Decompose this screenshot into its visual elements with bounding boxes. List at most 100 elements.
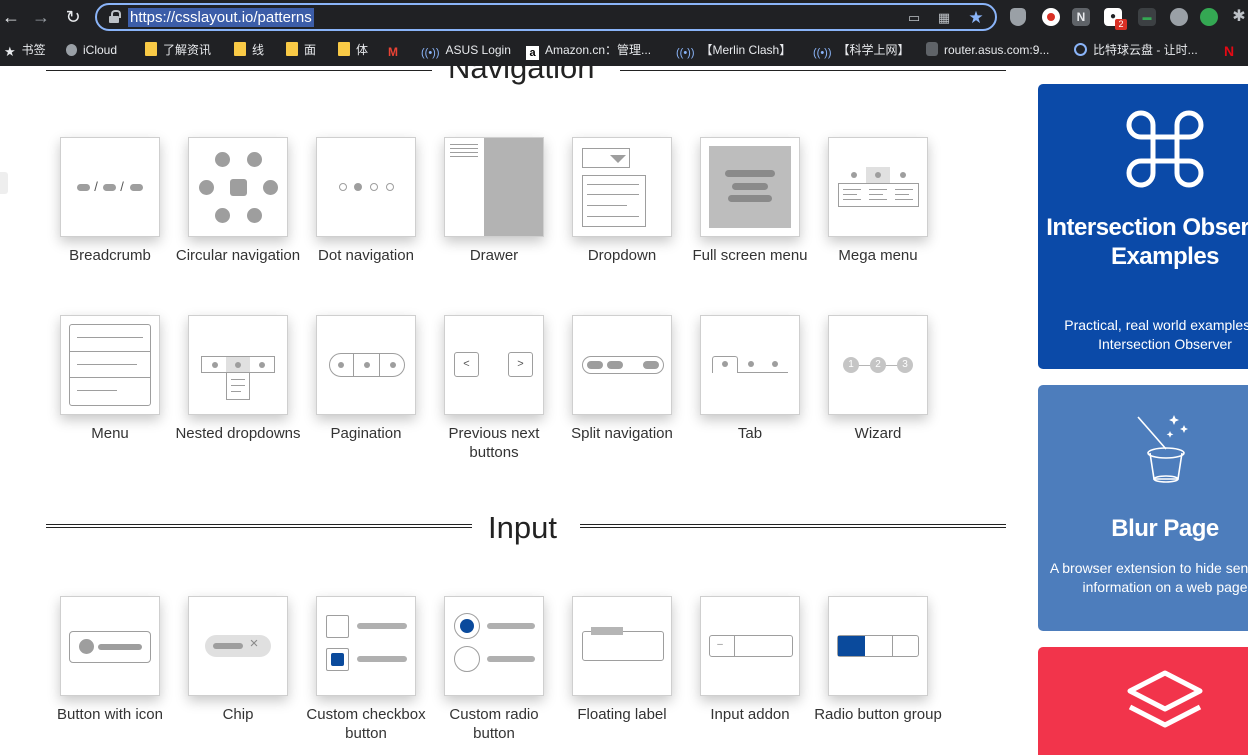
- qr-code-icon[interactable]: ▦: [935, 9, 953, 27]
- bookmark-item[interactable]: 线: [234, 41, 264, 59]
- record-extension-icon[interactable]: [1042, 8, 1060, 26]
- bookmark-item[interactable]: 比特球云盘 - 让时...: [1074, 41, 1198, 59]
- translate-extension-icon[interactable]: [1200, 8, 1218, 26]
- terminal-extension-icon[interactable]: ▬: [1138, 8, 1156, 26]
- bookmark-item[interactable]: router.asus.com:9...: [926, 41, 1049, 59]
- section-divider: [580, 524, 1006, 528]
- pattern-card-pagination[interactable]: [316, 315, 416, 415]
- extensions-puzzle-icon[interactable]: ✱: [1230, 8, 1248, 26]
- pattern-label[interactable]: Input addon: [686, 705, 814, 724]
- radio-unchecked: [454, 646, 480, 672]
- pattern-label[interactable]: Tab: [686, 424, 814, 443]
- pattern-label[interactable]: Button with icon: [46, 705, 174, 724]
- pattern-card-dropdown[interactable]: [572, 137, 672, 237]
- pattern-card-floating-label[interactable]: [572, 596, 672, 696]
- menu-line: [725, 170, 775, 177]
- pattern-label[interactable]: Split navigation: [558, 424, 686, 443]
- pattern-card-button-with-icon[interactable]: [60, 596, 160, 696]
- submenu-line: [231, 379, 245, 380]
- submenu: [226, 372, 250, 400]
- bookmark-star-icon[interactable]: ★: [967, 9, 985, 27]
- pattern-card-mega-menu[interactable]: [828, 137, 928, 237]
- pattern-label[interactable]: Full screen menu: [686, 246, 814, 265]
- ad-layers[interactable]: [1038, 647, 1248, 755]
- pattern-card-drawer[interactable]: [444, 137, 544, 237]
- browser-chrome: ← → ↻ https://csslayout.io/patterns ▭ ▦ …: [0, 0, 1248, 66]
- pattern-label[interactable]: Breadcrumb: [46, 246, 174, 265]
- pattern-label[interactable]: Dot navigation: [302, 246, 430, 265]
- pattern-label[interactable]: Floating label: [558, 705, 686, 724]
- pattern-card-previous-next-buttons[interactable]: < >: [444, 315, 544, 415]
- pattern-card-dot-navigation[interactable]: [316, 137, 416, 237]
- drawer-line: [450, 148, 478, 149]
- pattern-label[interactable]: Nested dropdowns: [174, 424, 302, 443]
- bookmark-item[interactable]: M: [388, 41, 404, 59]
- pattern-card-nested-dropdowns[interactable]: [188, 315, 288, 415]
- reload-icon[interactable]: ↻: [62, 6, 84, 28]
- page-dot: [390, 362, 396, 368]
- pattern-card-full-screen-menu[interactable]: [700, 137, 800, 237]
- radio-group-active: [838, 636, 865, 656]
- bookmark-item[interactable]: N: [1224, 41, 1240, 59]
- split-item: [643, 361, 659, 369]
- drawer-line: [450, 152, 478, 153]
- bookmark-item[interactable]: ★ 书签: [4, 41, 46, 59]
- pattern-label[interactable]: Radio button group: [814, 705, 942, 724]
- pattern-label[interactable]: Chip: [174, 705, 302, 724]
- cast-icon[interactable]: ▭: [905, 9, 923, 27]
- tab-dot: [772, 361, 778, 367]
- pattern-label[interactable]: Circular navigation: [174, 246, 302, 265]
- lock-icon[interactable]: [109, 10, 121, 23]
- shield-extension-icon[interactable]: [1010, 8, 1026, 26]
- dot-item: [370, 183, 378, 191]
- address-bar[interactable]: https://csslayout.io/patterns ▭ ▦ ★: [95, 3, 997, 31]
- pattern-label[interactable]: Previous next buttons: [430, 424, 558, 462]
- bookmark-item[interactable]: iCloud: [66, 41, 117, 59]
- ad-blur-page[interactable]: Blur Page A browser extension to hide se…: [1038, 385, 1248, 631]
- addon-divider: [734, 635, 735, 657]
- pattern-label[interactable]: Drawer: [430, 246, 558, 265]
- bookmark-item[interactable]: 体: [338, 41, 368, 59]
- pattern-label[interactable]: Custom radio button: [430, 705, 558, 743]
- bookmark-item[interactable]: ((•)) 【Merlin Clash】: [676, 41, 791, 59]
- pattern-label[interactable]: Custom checkbox button: [302, 705, 430, 743]
- pattern-label[interactable]: Wizard: [814, 424, 942, 443]
- url-text[interactable]: https://csslayout.io/patterns: [128, 8, 314, 27]
- pattern-card-radio-button-group[interactable]: [828, 596, 928, 696]
- section-divider: [46, 68, 432, 71]
- pattern-card-split-navigation[interactable]: [572, 315, 672, 415]
- pattern-card-circular-navigation[interactable]: [188, 137, 288, 237]
- bookmark-item[interactable]: 面: [286, 41, 316, 59]
- pattern-label[interactable]: Mega menu: [814, 246, 942, 265]
- pattern-card-custom-radio-button[interactable]: [444, 596, 544, 696]
- pattern-card-input-addon[interactable]: –: [700, 596, 800, 696]
- back-icon[interactable]: ←: [0, 6, 22, 28]
- section-title-input: Input: [488, 510, 557, 545]
- pattern-label[interactable]: Menu: [46, 424, 174, 443]
- dot-item: [339, 183, 347, 191]
- pattern-card-tab[interactable]: [700, 315, 800, 415]
- pattern-label[interactable]: Pagination: [302, 424, 430, 443]
- notion-extension-icon[interactable]: N: [1072, 8, 1090, 26]
- bookmark-item[interactable]: ((•)) ASUS Login: [421, 41, 511, 59]
- side-handle[interactable]: [0, 172, 8, 194]
- ad-intersection-observer[interactable]: Intersection Observer Examples Practical…: [1038, 84, 1248, 369]
- bookmark-item[interactable]: a Amazon.cn：管理...: [526, 41, 651, 60]
- pagination-divider: [379, 354, 380, 376]
- bookmark-item[interactable]: ((•)) 【科学上网】: [813, 41, 910, 59]
- section-divider: [620, 68, 1006, 71]
- forward-icon[interactable]: →: [30, 6, 52, 28]
- pattern-card-chip[interactable]: ×: [188, 596, 288, 696]
- profile-extension-icon[interactable]: [1170, 8, 1188, 26]
- radio-label-shape: [487, 623, 535, 629]
- pattern-card-custom-checkbox-button[interactable]: [316, 596, 416, 696]
- radio-fill: [460, 619, 474, 633]
- drawer-overlay: [484, 138, 543, 236]
- pattern-card-menu[interactable]: [60, 315, 160, 415]
- wizard-step-number: 2: [875, 359, 881, 370]
- pattern-card-breadcrumb[interactable]: / /: [60, 137, 160, 237]
- pattern-card-wizard[interactable]: 1 2 3: [828, 315, 928, 415]
- next-symbol: >: [517, 358, 524, 370]
- bookmark-item[interactable]: 了解资讯: [145, 41, 211, 59]
- pattern-label[interactable]: Dropdown: [558, 246, 686, 265]
